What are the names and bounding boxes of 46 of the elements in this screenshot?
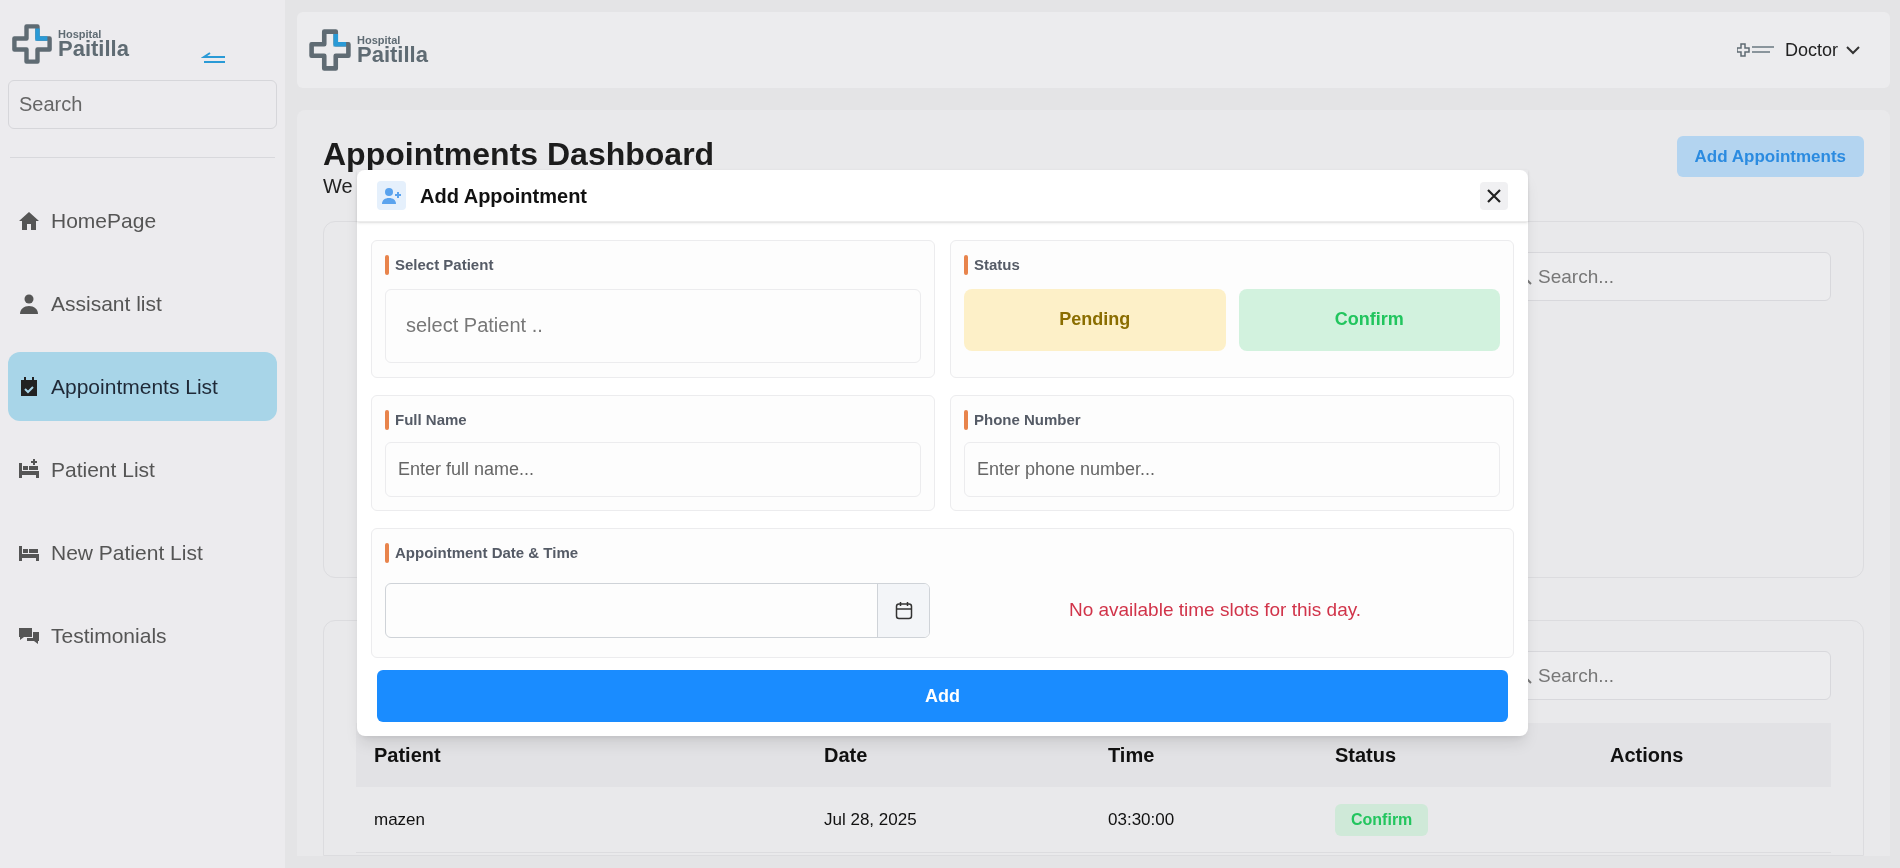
close-icon	[1487, 188, 1501, 203]
page-title: Appointments Dashboard	[323, 135, 715, 174]
sidebar-item[interactable]: Appointments List	[8, 352, 277, 421]
field-label: Phone Number	[974, 410, 1081, 430]
accent-mark	[385, 543, 389, 564]
cross-logo-icon	[307, 27, 353, 73]
accent-mark	[385, 255, 389, 276]
field-label: Select Patient	[395, 255, 494, 275]
cross-logo-icon	[10, 22, 54, 66]
accent-mark	[964, 255, 968, 276]
sidebar-item[interactable]: Patient List	[8, 435, 277, 504]
add-user-icon	[377, 181, 406, 210]
column-header: Actions	[1610, 743, 1685, 768]
logo-icon	[1737, 43, 1777, 57]
calendar-icon[interactable]	[894, 600, 913, 620]
table-cell-text: 03:30:00	[1108, 808, 1176, 831]
sidebar-item[interactable]: Testimonials	[8, 601, 277, 670]
column-header: Status	[1335, 743, 1398, 768]
add-button[interactable]: Add	[377, 670, 1508, 722]
column-header: Patient	[374, 743, 442, 768]
column-header: Date	[824, 743, 869, 768]
accent-mark	[385, 410, 389, 431]
phone-field[interactable]: Enter phone number...	[964, 441, 1500, 497]
date-time-field[interactable]	[385, 582, 930, 638]
error-message: No available time slots for this day.	[1068, 597, 1362, 622]
collapse-arrow-icon[interactable]	[201, 52, 227, 66]
status-option[interactable]: Pending	[964, 288, 1226, 351]
field-label: Full Name	[395, 410, 467, 430]
sidebar-item[interactable]: New Patient List	[8, 518, 277, 587]
table-cell-text: mazen	[374, 808, 427, 831]
dialog-title: Add Appointment	[420, 183, 587, 209]
sidebar-item[interactable]: Assisant list	[8, 269, 277, 338]
search-field[interactable]: Search	[8, 80, 277, 129]
field-label: Appointment Date & Time	[395, 543, 579, 563]
chevron-down-icon	[1846, 45, 1860, 55]
column-header: Time	[1108, 743, 1156, 768]
name-field[interactable]: Enter full name...	[385, 441, 921, 497]
page-subtitle: We	[323, 174, 353, 199]
status-badge: Confirm	[1335, 803, 1429, 836]
accent-mark	[964, 410, 968, 431]
table-cell-text: Jul 28, 2025	[824, 808, 918, 831]
patient-select-field[interactable]: select Patient ..	[385, 288, 921, 363]
user-menu[interactable]: Doctor	[1737, 36, 1860, 64]
close-button[interactable]	[1480, 181, 1508, 210]
sidebar-item[interactable]: HomePage	[8, 186, 277, 255]
field-label: Status	[974, 255, 1020, 275]
